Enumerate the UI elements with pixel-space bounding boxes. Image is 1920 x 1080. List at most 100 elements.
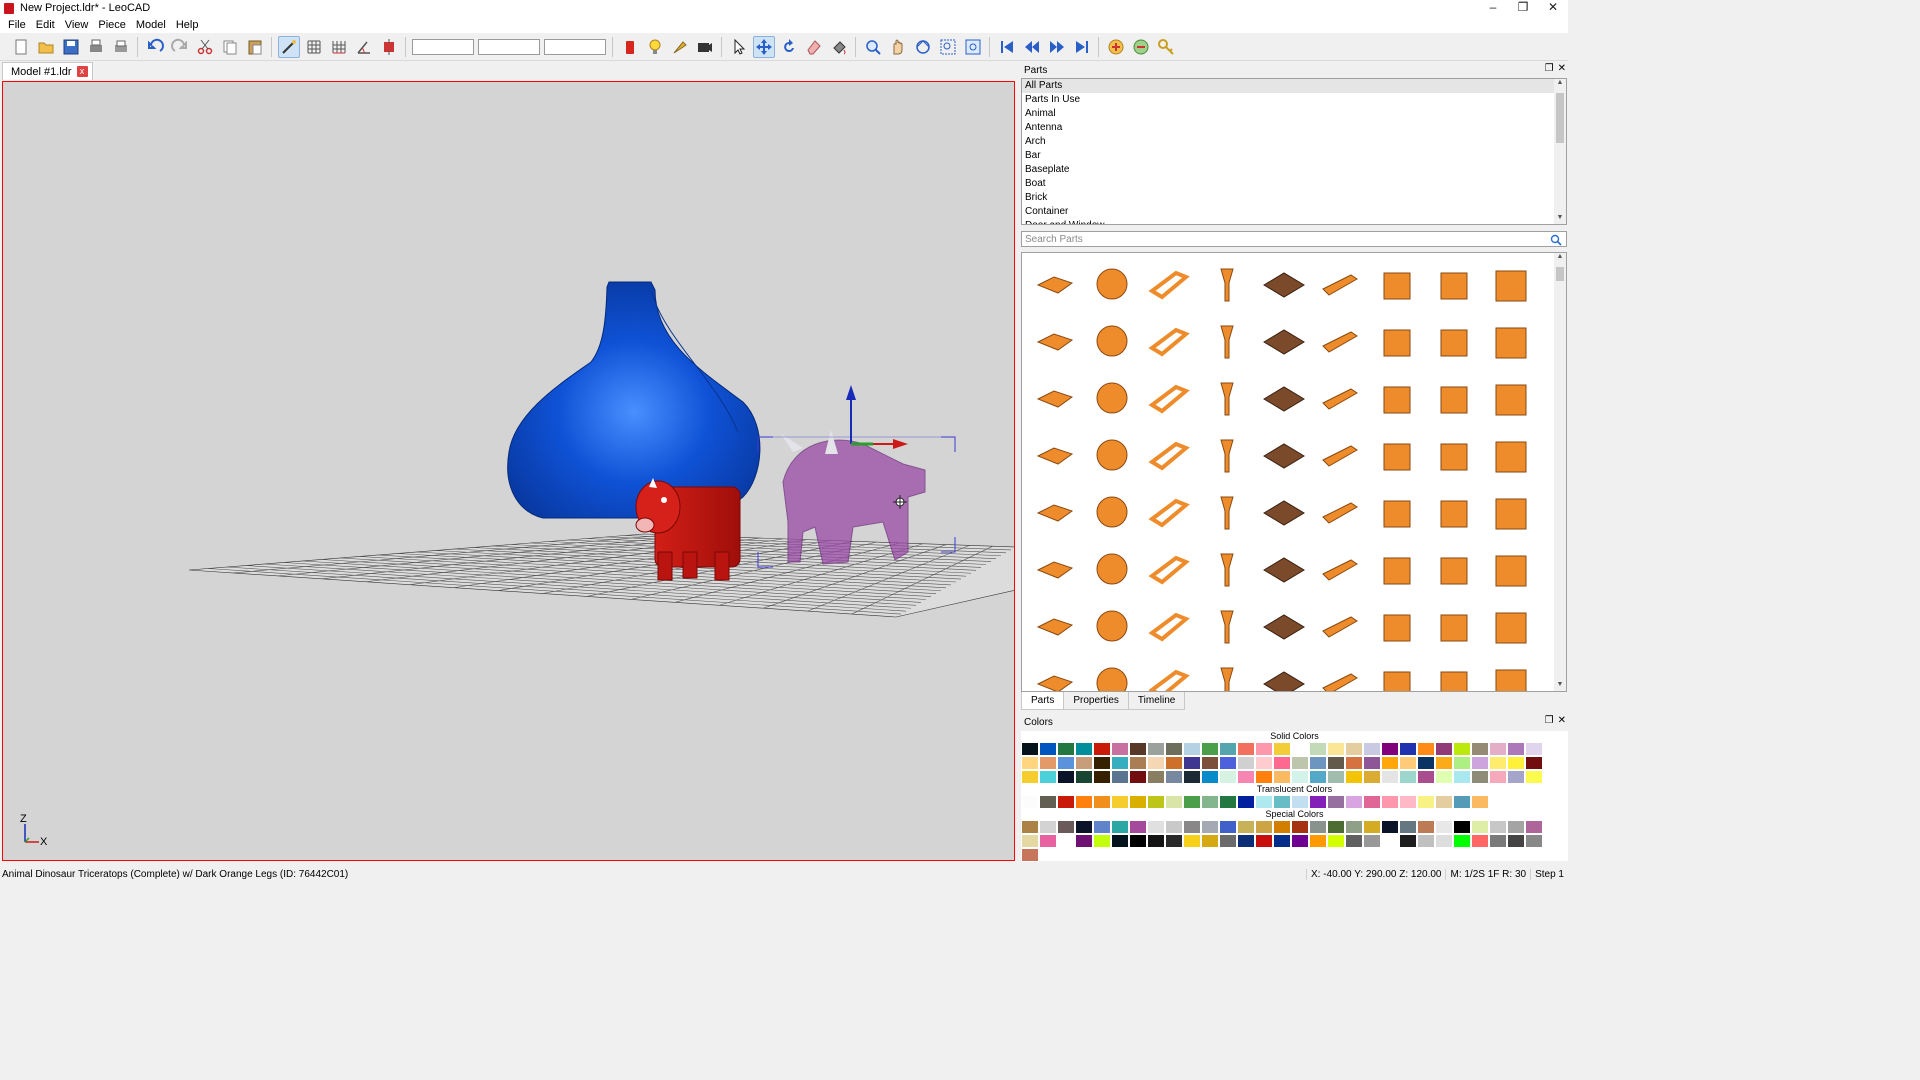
- color-swatch[interactable]: [1345, 795, 1363, 809]
- part-thumbnail[interactable]: [1425, 369, 1482, 426]
- print-button[interactable]: [85, 36, 107, 58]
- color-swatch[interactable]: [1219, 820, 1237, 834]
- part-thumbnail[interactable]: [1083, 483, 1140, 540]
- color-swatch[interactable]: [1363, 820, 1381, 834]
- color-swatch[interactable]: [1363, 795, 1381, 809]
- color-swatch[interactable]: [1255, 756, 1273, 770]
- color-swatch[interactable]: [1309, 795, 1327, 809]
- color-swatch[interactable]: [1471, 795, 1489, 809]
- color-swatch[interactable]: [1057, 770, 1075, 784]
- color-swatch[interactable]: [1525, 742, 1543, 756]
- snap-move-button[interactable]: [378, 36, 400, 58]
- color-swatch[interactable]: [1345, 742, 1363, 756]
- part-thumbnail[interactable]: [1140, 654, 1197, 691]
- color-swatch[interactable]: [1525, 834, 1543, 848]
- color-swatch[interactable]: [1399, 834, 1417, 848]
- part-thumbnail[interactable]: [1083, 312, 1140, 369]
- color-swatch[interactable]: [1363, 742, 1381, 756]
- category-item[interactable]: Antenna: [1022, 121, 1566, 135]
- part-thumbnail[interactable]: [1083, 426, 1140, 483]
- color-swatch[interactable]: [1183, 795, 1201, 809]
- part-thumbnail[interactable]: [1254, 654, 1311, 691]
- zoom-button[interactable]: [862, 36, 884, 58]
- color-swatch[interactable]: [1237, 795, 1255, 809]
- zoom-region-button[interactable]: [937, 36, 959, 58]
- transform-input-1[interactable]: [478, 38, 540, 55]
- document-tab[interactable]: Model #1.ldr x: [2, 62, 93, 80]
- part-thumbnail[interactable]: [1482, 255, 1539, 312]
- part-thumbnail[interactable]: [1425, 483, 1482, 540]
- part-thumbnail[interactable]: [1311, 312, 1368, 369]
- color-swatch[interactable]: [1453, 756, 1471, 770]
- zoom-extents-button[interactable]: [962, 36, 984, 58]
- part-thumbnail[interactable]: [1425, 654, 1482, 691]
- color-swatch[interactable]: [1273, 795, 1291, 809]
- category-list[interactable]: All Parts Parts In Use Animal Antenna Arch Ba…: [1021, 78, 1567, 225]
- color-swatch[interactable]: [1471, 770, 1489, 784]
- color-swatch[interactable]: [1363, 770, 1381, 784]
- color-swatch[interactable]: [1111, 756, 1129, 770]
- color-swatch[interactable]: [1327, 834, 1345, 848]
- category-item[interactable]: Animal: [1022, 107, 1566, 121]
- part-thumbnail[interactable]: [1197, 312, 1254, 369]
- color-swatch[interactable]: [1219, 834, 1237, 848]
- undo-button[interactable]: [144, 36, 166, 58]
- part-thumbnail[interactable]: [1482, 654, 1539, 691]
- color-swatch[interactable]: [1129, 770, 1147, 784]
- part-thumbnail[interactable]: [1425, 540, 1482, 597]
- color-swatch[interactable]: [1471, 820, 1489, 834]
- snap-grid-button[interactable]: [303, 36, 325, 58]
- close-panel-icon[interactable]: ✕: [1558, 715, 1566, 726]
- color-swatch[interactable]: [1021, 834, 1039, 848]
- rotate-view-button[interactable]: [912, 36, 934, 58]
- color-swatch[interactable]: [1381, 834, 1399, 848]
- part-thumbnail[interactable]: [1197, 426, 1254, 483]
- color-swatch[interactable]: [1363, 834, 1381, 848]
- part-thumbnail[interactable]: [1425, 597, 1482, 654]
- transform-input-0[interactable]: [412, 38, 474, 55]
- color-swatch[interactable]: [1075, 820, 1093, 834]
- part-thumbnail[interactable]: [1026, 369, 1083, 426]
- color-swatch[interactable]: [1111, 820, 1129, 834]
- color-swatch[interactable]: [1345, 834, 1363, 848]
- previous-step-button[interactable]: [1021, 36, 1043, 58]
- color-swatch[interactable]: [1129, 820, 1147, 834]
- part-thumbnail[interactable]: [1197, 597, 1254, 654]
- part-thumbnail[interactable]: [1368, 597, 1425, 654]
- color-swatch[interactable]: [1345, 820, 1363, 834]
- color-swatch[interactable]: [1021, 848, 1039, 862]
- parts-grid-scrollbar[interactable]: ▲ ▼: [1554, 253, 1566, 691]
- color-swatch[interactable]: [1057, 820, 1075, 834]
- color-swatch[interactable]: [1165, 742, 1183, 756]
- color-swatch[interactable]: [1435, 834, 1453, 848]
- color-swatch[interactable]: [1309, 742, 1327, 756]
- color-swatch[interactable]: [1525, 756, 1543, 770]
- color-swatch[interactable]: [1327, 820, 1345, 834]
- part-thumbnail[interactable]: [1254, 597, 1311, 654]
- select-button[interactable]: [728, 36, 750, 58]
- color-swatch[interactable]: [1435, 820, 1453, 834]
- color-swatch[interactable]: [1021, 756, 1039, 770]
- category-item[interactable]: Parts In Use: [1022, 93, 1566, 107]
- color-swatch[interactable]: [1147, 756, 1165, 770]
- part-thumbnail[interactable]: [1368, 426, 1425, 483]
- color-swatch[interactable]: [1399, 742, 1417, 756]
- category-item[interactable]: Bar: [1022, 149, 1566, 163]
- color-swatch[interactable]: [1471, 756, 1489, 770]
- color-swatch[interactable]: [1471, 834, 1489, 848]
- part-thumbnail[interactable]: [1083, 255, 1140, 312]
- color-swatch[interactable]: [1435, 770, 1453, 784]
- color-swatch[interactable]: [1219, 795, 1237, 809]
- color-swatch[interactable]: [1237, 834, 1255, 848]
- part-thumbnail[interactable]: [1311, 540, 1368, 597]
- color-swatch[interactable]: [1201, 834, 1219, 848]
- brick-button[interactable]: [619, 36, 641, 58]
- tab-parts[interactable]: Parts: [1021, 692, 1065, 710]
- color-swatch[interactable]: [1147, 820, 1165, 834]
- color-swatch[interactable]: [1309, 756, 1327, 770]
- part-thumbnail[interactable]: [1425, 312, 1482, 369]
- part-thumbnail[interactable]: [1140, 426, 1197, 483]
- color-swatch[interactable]: [1417, 770, 1435, 784]
- part-thumbnail[interactable]: [1368, 312, 1425, 369]
- key-button[interactable]: [1155, 36, 1177, 58]
